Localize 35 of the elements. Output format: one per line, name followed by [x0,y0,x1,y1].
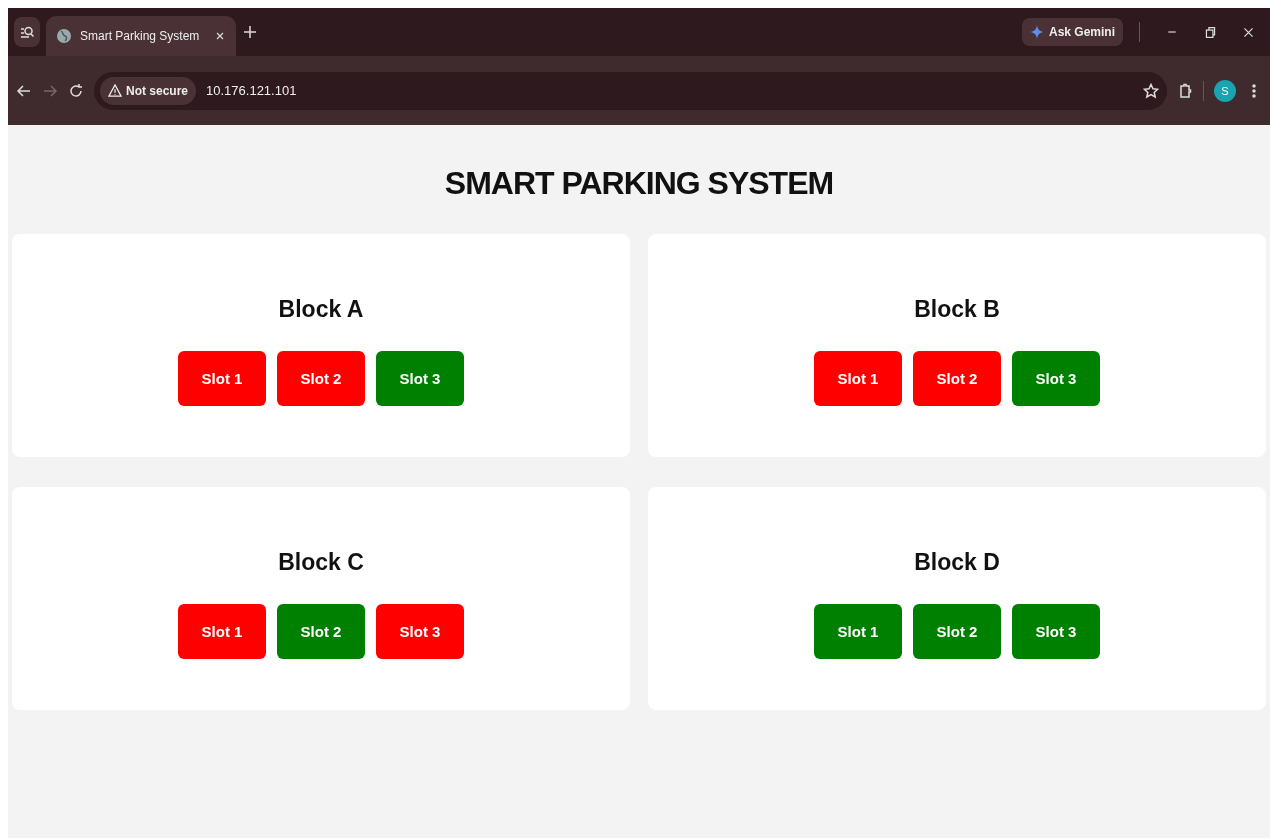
slot-button[interactable]: Slot 2 [277,351,365,406]
slot-button[interactable]: Slot 3 [376,351,464,406]
slot-button[interactable]: Slot 2 [913,604,1001,659]
slot-button[interactable]: Slot 2 [277,604,365,659]
ask-gemini-button[interactable]: Ask Gemini [1021,18,1123,46]
slot-button[interactable]: Slot 1 [178,351,266,406]
warning-icon [108,84,122,97]
block-title: Block D [914,549,1000,576]
close-icon[interactable] [1241,25,1255,39]
security-chip[interactable]: Not secure [100,76,197,105]
tab-search-button[interactable] [14,17,40,47]
block-title: Block C [278,549,364,576]
browser-tab[interactable]: Smart Parking System [46,16,236,56]
slot-button[interactable]: Slot 3 [1012,604,1100,659]
page-title: SMART PARKING SYSTEM [444,165,834,202]
new-tab-icon[interactable] [242,24,258,40]
forward-icon[interactable] [42,82,58,99]
slot-button[interactable]: Slot 3 [376,604,464,659]
block-title: Block B [914,296,1000,323]
slot-button[interactable]: Slot 1 [814,604,902,659]
reload-icon[interactable] [68,82,84,99]
slot-button[interactable]: Slot 1 [814,351,902,406]
back-icon[interactable] [16,82,32,99]
close-icon[interactable] [214,30,226,42]
restore-icon[interactable] [1203,25,1217,39]
slot-button[interactable]: Slot 2 [913,351,1001,406]
sparkle-icon [1029,25,1044,39]
block-title: Block A [278,296,364,323]
star-icon[interactable] [1143,82,1159,99]
slot-button[interactable]: Slot 3 [1012,351,1100,406]
slot-button[interactable]: Slot 1 [178,604,266,659]
globe-icon [56,28,72,44]
url-text[interactable]: 10.176.121.101 [206,83,1133,98]
tab-search-icon [19,24,35,40]
profile-avatar[interactable]: S [1214,79,1236,102]
